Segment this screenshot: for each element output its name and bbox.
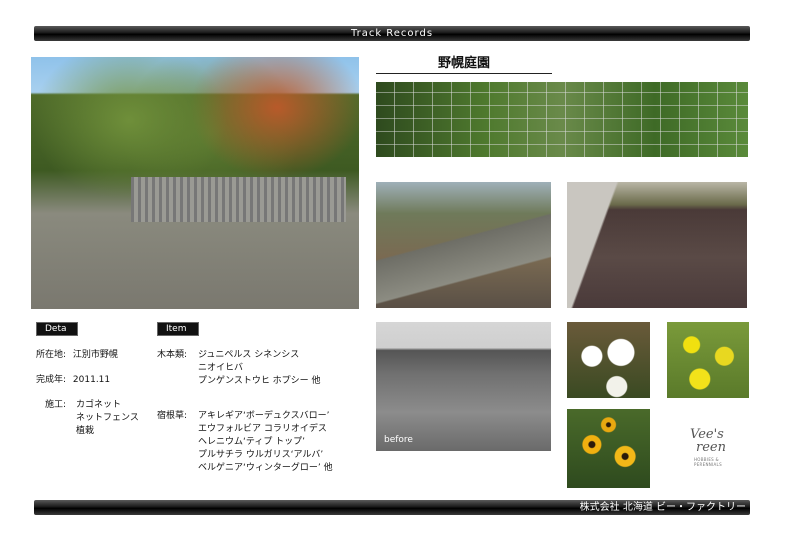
footer-bar: 株式会社 北海道 ビー・ファクトリー bbox=[34, 500, 750, 515]
trees-key: 木本類: bbox=[157, 350, 188, 360]
company-name: 株式会社 北海道 ビー・ファクトリー bbox=[579, 502, 746, 513]
herb-item: エウフォルビア コラリオイデス bbox=[198, 424, 327, 434]
works-key: 施工: bbox=[45, 400, 67, 410]
yellow-flower-photo bbox=[667, 322, 749, 398]
herbs-key: 宿根草: bbox=[157, 411, 188, 421]
works-item: ネットフェンス bbox=[76, 413, 139, 423]
works-list: カゴネット ネットフェンス 植栽 bbox=[76, 399, 139, 438]
anemone-photo bbox=[567, 322, 650, 398]
works-item: 植栽 bbox=[76, 426, 95, 436]
tree-item: プンゲンストウヒ ホプシー 他 bbox=[198, 376, 321, 386]
before-photo: before bbox=[376, 322, 551, 451]
herb-item: ベルゲニア‘ウィンターグロー’ 他 bbox=[198, 463, 333, 473]
herbs-list: アキレギア‘ボーデュクスバロー’ エウフォルビア コラリオイデス ヘレニウム‘テ… bbox=[198, 410, 333, 475]
works-row: 施工: bbox=[45, 399, 66, 412]
tree-item: ジュニペルス シネンシス bbox=[198, 350, 300, 360]
tree-item: ニオイヒバ bbox=[198, 363, 244, 373]
works-item: カゴネット bbox=[76, 400, 122, 410]
rudbeckia-photo bbox=[567, 409, 650, 488]
header-bar: Track Records bbox=[34, 26, 750, 41]
logo-line2: reen bbox=[696, 440, 726, 455]
before-caption: before bbox=[384, 435, 413, 445]
herb-item: プルサチラ ウルガリス‘アルバ’ bbox=[198, 450, 324, 460]
main-site-photo bbox=[31, 57, 359, 309]
trees-list: ジュニペルス シネンシス ニオイヒバ プンゲンストウヒ ホプシー 他 bbox=[198, 349, 321, 388]
planting-bed-photo bbox=[567, 182, 747, 308]
location-row: 所在地: 江別市野幌 bbox=[36, 349, 118, 362]
completed-value: 2011.11 bbox=[72, 375, 111, 385]
herb-item: アキレギア‘ボーデュクスバロー’ bbox=[198, 411, 330, 421]
gabion-wall-shape bbox=[131, 177, 346, 222]
herb-item: ヘレニウム‘ティプ トップ’ bbox=[198, 437, 306, 447]
gabion-photo bbox=[376, 182, 551, 308]
deta-label: Deta bbox=[36, 322, 78, 336]
completed-key: 完成年: bbox=[36, 375, 67, 385]
fence-photo bbox=[376, 82, 748, 157]
completed-row: 完成年: 2011.11 bbox=[36, 374, 110, 387]
header-title: Track Records bbox=[350, 28, 434, 39]
project-title: 野幌庭園 bbox=[376, 52, 552, 74]
logo-tagline: HOBBIES & PERENNIALS bbox=[694, 457, 722, 467]
location-key: 所在地: bbox=[36, 350, 67, 360]
item-label: Item bbox=[157, 322, 199, 336]
company-logo: Vee's reen HOBBIES & PERENNIALS bbox=[690, 428, 745, 486]
location-value: 江別市野幌 bbox=[72, 350, 118, 360]
